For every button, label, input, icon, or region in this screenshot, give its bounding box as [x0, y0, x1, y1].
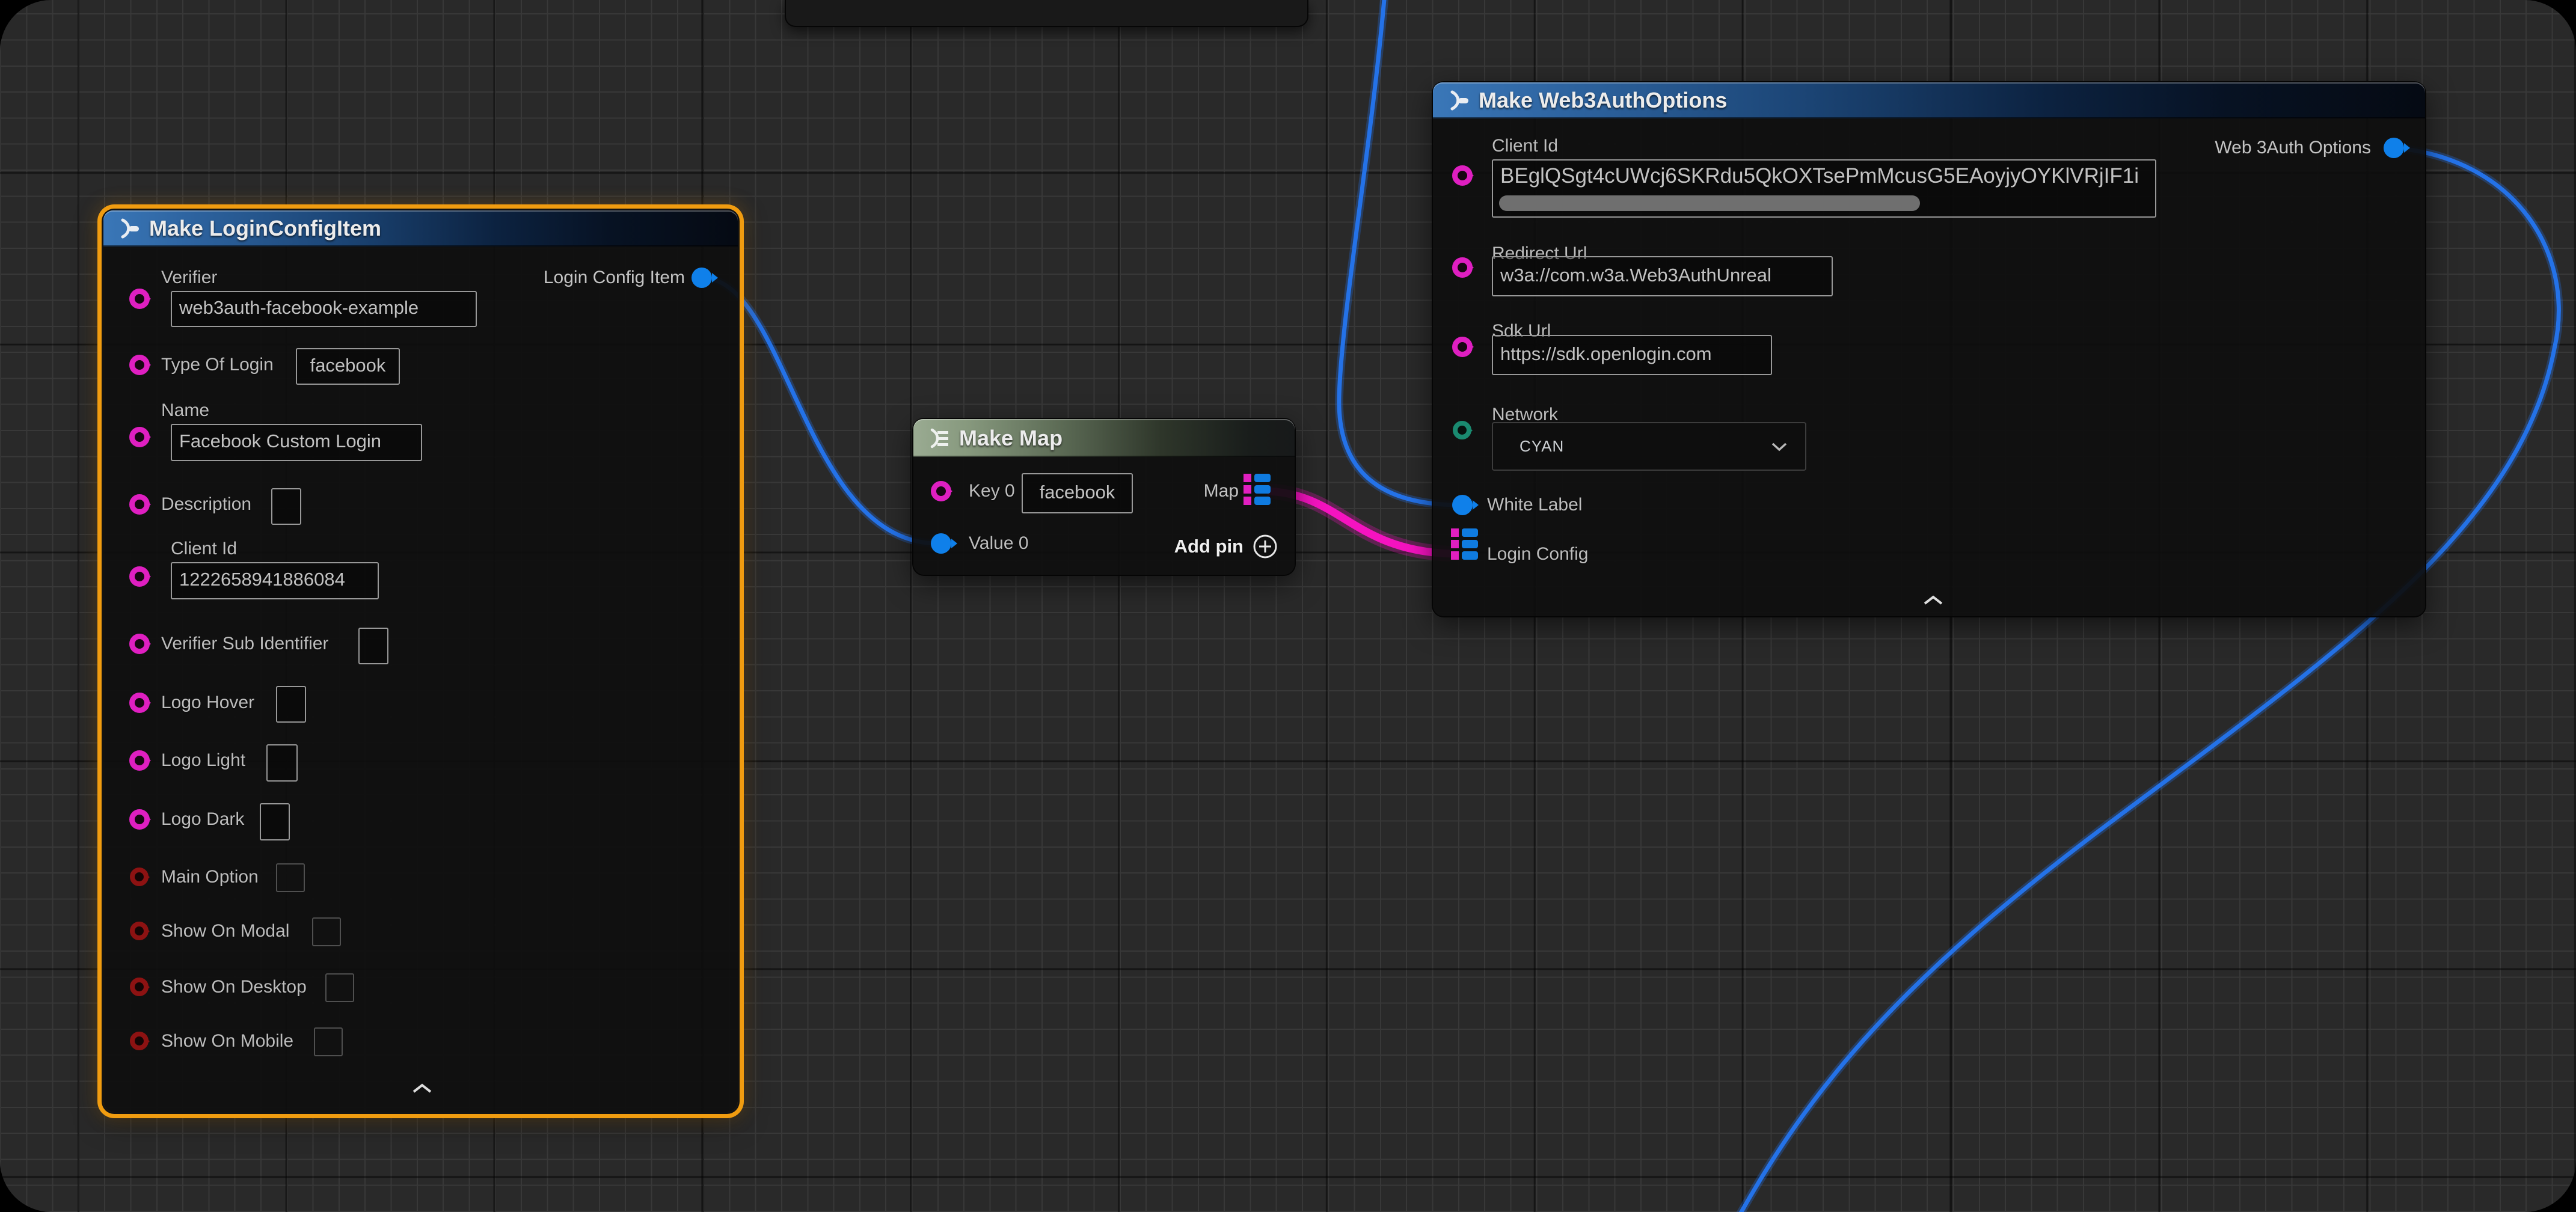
type-of-login-field[interactable]: facebook — [296, 348, 400, 385]
pin-label: Verifier Sub Identifier — [161, 633, 328, 655]
wire-map-to-loginconfig-glow — [1268, 491, 1450, 554]
make-struct-icon — [114, 215, 141, 242]
chevron-down-icon — [1770, 441, 1788, 452]
output-pin-login-config-item[interactable] — [692, 268, 712, 288]
make-map-icon — [924, 425, 951, 451]
client-id-field[interactable]: 1222658941886084 — [171, 562, 379, 599]
input-pin-name[interactable] — [129, 427, 150, 447]
show-on-modal-checkbox[interactable] — [312, 917, 341, 946]
input-pin-verifier[interactable] — [129, 289, 150, 309]
output-pin-label: Login Config Item — [544, 267, 685, 289]
wire-map-to-loginconfig[interactable] — [1268, 491, 1450, 554]
input-pin-verifier-sub-identifier[interactable] — [129, 634, 150, 654]
pin-label: Show On Desktop — [161, 976, 307, 998]
logo-dark-field[interactable] — [260, 803, 290, 840]
input-pin-value0[interactable] — [931, 533, 951, 554]
pin-label: Logo Hover — [161, 692, 254, 714]
input-pin-logo-light[interactable] — [129, 750, 150, 771]
node-make-map[interactable]: Make Map Key 0 facebook Map Value 0 Add … — [913, 419, 1295, 575]
output-pin-label: Web 3Auth Options — [2215, 137, 2371, 159]
collapse-node-chevron-icon[interactable] — [1921, 594, 1945, 609]
pin-label: Verifier — [161, 267, 217, 289]
pin-label: Logo Dark — [161, 809, 244, 830]
node-title: Make LoginConfigItem — [149, 216, 381, 241]
input-pin-show-on-modal[interactable] — [130, 922, 149, 940]
output-pin-map[interactable] — [1244, 474, 1271, 505]
input-pin-logo-hover[interactable] — [129, 693, 150, 713]
input-pin-sdk-url[interactable] — [1452, 337, 1473, 357]
pin-label: Client Id — [171, 538, 237, 560]
client-id-field[interactable]: BEglQSgt4cUWcj6SKRdu5QkOXTsePmMcusG5EAoy… — [1492, 159, 2156, 218]
input-pin-client-id[interactable] — [129, 566, 150, 587]
logo-hover-field[interactable] — [276, 686, 306, 723]
pin-label: Show On Mobile — [161, 1030, 293, 1052]
input-pin-key0[interactable] — [931, 481, 951, 501]
input-pin-main-option[interactable] — [130, 868, 149, 886]
input-pin-white-label[interactable] — [1452, 495, 1473, 515]
node-make-loginconfigitem[interactable]: Make LoginConfigItem Login Config Item V… — [103, 210, 738, 1112]
make-struct-icon — [1444, 87, 1470, 114]
input-pin-logo-dark[interactable] — [129, 809, 150, 830]
pin-label: Key 0 — [969, 480, 1015, 502]
input-pin-client-id[interactable] — [1452, 165, 1473, 186]
pin-label: Description — [161, 494, 251, 515]
blueprint-graph-canvas[interactable]: Make LoginConfigItem Login Config Item V… — [0, 0, 2576, 1212]
show-on-desktop-checkbox[interactable] — [325, 973, 354, 1002]
pin-label: Main Option — [161, 866, 259, 888]
input-pin-type-of-login[interactable] — [129, 355, 150, 375]
network-dropdown[interactable]: CYAN — [1492, 422, 1806, 471]
input-pin-redirect-url[interactable] — [1452, 257, 1473, 278]
output-pin-label: Map — [1204, 480, 1239, 502]
node-title: Make Map — [959, 426, 1063, 451]
node-header[interactable]: Make Web3AuthOptions — [1433, 82, 2425, 118]
add-pin-label: Add pin — [1174, 536, 1244, 557]
verifier-field[interactable]: web3auth-facebook-example — [171, 291, 477, 327]
node-title: Make Web3AuthOptions — [1479, 88, 1727, 113]
node-make-web3authoptions[interactable]: Make Web3AuthOptions Web 3Auth Options C… — [1433, 82, 2425, 616]
verifier-sub-identifier-field[interactable] — [358, 628, 388, 664]
output-pin-web3auth-options[interactable] — [2384, 138, 2404, 158]
logo-light-field[interactable] — [266, 744, 298, 782]
input-pin-login-config[interactable] — [1451, 528, 1478, 560]
blueprint-editor-screen: Make LoginConfigItem Login Config Item V… — [0, 0, 2576, 1212]
node-header[interactable]: Make LoginConfigItem — [103, 210, 738, 246]
pin-label: Value 0 — [969, 533, 1029, 554]
input-pin-show-on-mobile[interactable] — [130, 1032, 149, 1050]
offscreen-node-edge[interactable] — [785, 0, 1308, 27]
input-pin-description[interactable] — [129, 494, 150, 515]
client-id-scrollbar-thumb[interactable] — [1499, 195, 1920, 211]
input-pin-network[interactable] — [1453, 421, 1471, 439]
key0-field[interactable]: facebook — [1022, 473, 1133, 513]
main-option-checkbox[interactable] — [276, 863, 305, 892]
pin-label: Name — [161, 400, 209, 421]
name-field[interactable]: Facebook Custom Login — [171, 424, 422, 461]
pin-label: Login Config — [1487, 543, 1588, 565]
pin-label: Logo Light — [161, 750, 245, 771]
redirect-url-field[interactable]: w3a://com.w3a.Web3AuthUnreal — [1492, 256, 1833, 296]
input-pin-show-on-desktop[interactable] — [130, 978, 149, 996]
pin-label: White Label — [1487, 494, 1582, 516]
add-pin-button[interactable]: Add pin — [1174, 533, 1278, 560]
pin-label: Type Of Login — [161, 354, 274, 376]
pin-label: Client Id — [1492, 135, 1558, 157]
node-header[interactable]: Make Map — [913, 419, 1295, 457]
description-field[interactable] — [271, 488, 301, 525]
sdk-url-field[interactable]: https://sdk.openlogin.com — [1492, 335, 1772, 375]
show-on-mobile-checkbox[interactable] — [314, 1027, 343, 1056]
network-dropdown-value: CYAN — [1493, 437, 1564, 456]
collapse-node-chevron-icon[interactable] — [410, 1082, 434, 1097]
add-pin-plus-icon — [1252, 533, 1278, 560]
pin-label: Show On Modal — [161, 920, 289, 942]
